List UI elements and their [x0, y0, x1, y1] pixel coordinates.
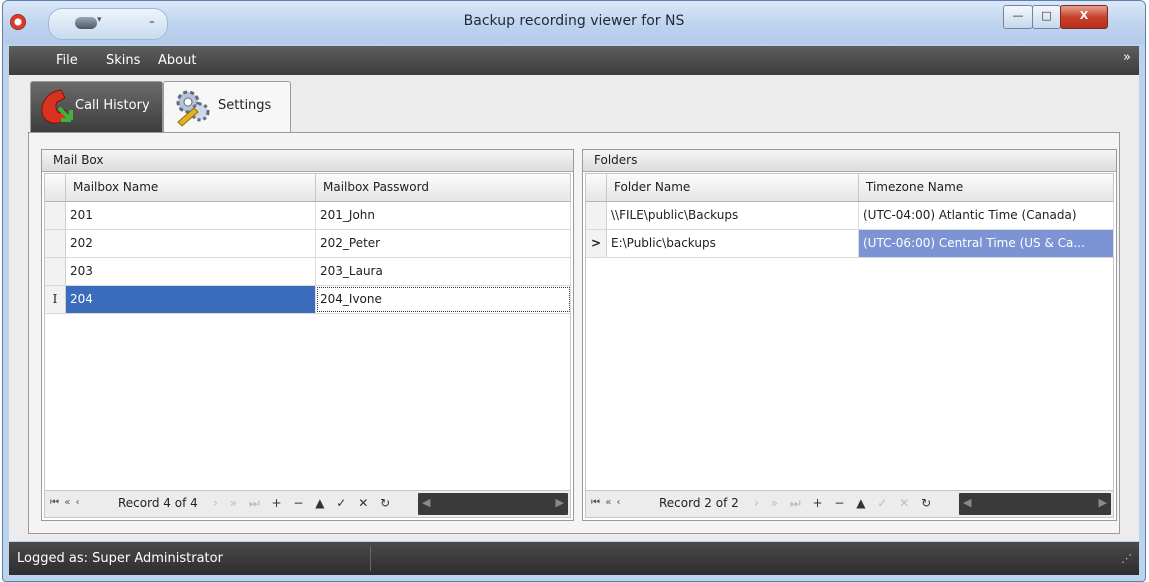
add-icon[interactable]: + [271, 496, 285, 510]
edit-icon[interactable]: ▲ [315, 496, 328, 510]
settings-panel: Mail Box Mailbox Name Mailbox Password 2… [28, 132, 1120, 534]
cell-mailbox-password[interactable]: 202_Peter [316, 230, 571, 257]
table-row[interactable]: \\FILE\public\Backups (UTC-04:00) Atlant… [586, 202, 1114, 230]
tab-settings[interactable]: Settings [163, 81, 291, 134]
tab-call-history-label: Call History [75, 98, 150, 113]
column-header-mailbox-name[interactable]: Mailbox Name [65, 174, 315, 201]
cell-mailbox-name[interactable]: 204 [66, 286, 316, 313]
record-counter: Record 4 of 4 [118, 496, 198, 510]
cell-folder-name[interactable]: \\FILE\public\Backups [607, 202, 859, 229]
row-indicator[interactable] [45, 202, 66, 229]
folders-group-title: Folders [594, 153, 638, 167]
folders-grid-header: Folder Name Timezone Name [586, 174, 1113, 202]
menu-skins[interactable]: Skins [106, 53, 140, 68]
last-record-icon[interactable]: ⏭ [249, 496, 264, 510]
cell-timezone-name[interactable]: (UTC-04:00) Atlantic Time (Canada) [859, 202, 1114, 229]
remove-icon[interactable]: − [293, 496, 307, 510]
tab-call-history[interactable]: Call History [30, 81, 163, 132]
edit-icon[interactable]: ▲ [856, 496, 869, 510]
mailbox-navigator: ⏮ « ‹ Record 4 of 4 › » ⏭ + − ▲ ✓ ✕ ↻ ◀ … [45, 490, 570, 517]
prev-page-icon[interactable]: « [605, 497, 612, 508]
mailbox-group: Mail Box Mailbox Name Mailbox Password 2… [41, 149, 574, 521]
first-record-icon[interactable]: ⏮ [50, 497, 60, 508]
title-bar: ▾ ₌ Backup recording viewer for NS — □ X [3, 1, 1145, 44]
row-indicator[interactable] [45, 258, 66, 285]
resize-grip-icon[interactable]: ⋰ [1121, 552, 1132, 565]
row-indicator[interactable] [586, 202, 607, 229]
cell-mailbox-password-focused[interactable]: 204_Ivone [316, 286, 571, 313]
cell-mailbox-name[interactable]: 201 [66, 202, 316, 229]
next-page-icon[interactable]: » [771, 496, 782, 510]
column-header-timezone-name[interactable]: Timezone Name [858, 174, 1114, 201]
apply-icon[interactable]: ✓ [336, 496, 350, 510]
first-record-icon[interactable]: ⏮ [591, 497, 601, 508]
prev-record-icon[interactable]: ‹ [617, 497, 622, 508]
cell-mailbox-name[interactable]: 202 [66, 230, 316, 257]
cell-mailbox-password[interactable]: 203_Laura [316, 258, 571, 285]
refresh-icon[interactable]: ↻ [921, 496, 935, 510]
table-row[interactable]: 201 201_John [45, 202, 571, 230]
cell-timezone-name-selected[interactable]: (UTC-06:00) Central Time (US & Ca... [859, 230, 1114, 257]
refresh-icon[interactable]: ↻ [380, 496, 394, 510]
mailbox-group-header: Mail Box [42, 150, 573, 172]
maximize-button[interactable]: □ [1032, 5, 1061, 29]
menu-bar: File Skins About » [9, 46, 1139, 75]
gears-icon [176, 90, 210, 127]
status-logged-user: Logged as: Super Administrator [17, 551, 223, 566]
horizontal-scrollbar[interactable]: ◀ ▶ [418, 493, 568, 515]
close-button[interactable]: X [1060, 5, 1108, 29]
prev-record-icon[interactable]: ‹ [76, 497, 81, 508]
horizontal-scrollbar[interactable]: ◀ ▶ [959, 493, 1111, 515]
expand-ribbon-icon[interactable]: » [1123, 50, 1131, 65]
window-title: Backup recording viewer for NS [463, 13, 685, 29]
next-record-icon[interactable]: › [213, 496, 222, 510]
folders-group: Folders Folder Name Timezone Name \\FILE… [582, 149, 1117, 521]
mailbox-group-title: Mail Box [53, 153, 104, 167]
mailbox-grid[interactable]: Mailbox Name Mailbox Password 201 201_Jo… [44, 173, 571, 518]
last-record-icon[interactable]: ⏭ [790, 496, 805, 510]
table-row-selected[interactable]: I 204 204_Ivone [45, 286, 571, 314]
folders-group-header: Folders [583, 150, 1116, 172]
minimize-button[interactable]: — [1003, 5, 1033, 29]
next-page-icon[interactable]: » [230, 496, 241, 510]
scroll-right-icon[interactable]: ▶ [556, 496, 564, 509]
nav-first-prev[interactable]: ⏮ « ‹ [591, 497, 622, 508]
cancel-icon[interactable]: ✕ [899, 496, 913, 510]
nav-actions: › » ⏭ + − ▲ ✓ ✕ ↻ [754, 496, 935, 511]
folders-navigator: ⏮ « ‹ Record 2 of 2 › » ⏭ + − ▲ ✓ ✕ ↻ ◀ … [586, 490, 1113, 517]
scroll-right-icon[interactable]: ▶ [1099, 496, 1107, 509]
mailbox-grid-header: Mailbox Name Mailbox Password [45, 174, 570, 202]
scroll-left-icon[interactable]: ◀ [963, 496, 971, 509]
current-row-arrow-icon[interactable]: > [586, 230, 607, 257]
nav-actions: › » ⏭ + − ▲ ✓ ✕ ↻ [213, 496, 394, 511]
apply-icon[interactable]: ✓ [877, 496, 891, 510]
tab-settings-label: Settings [218, 98, 272, 113]
add-icon[interactable]: + [812, 496, 826, 510]
cancel-icon[interactable]: ✕ [358, 496, 372, 510]
cell-mailbox-name[interactable]: 203 [66, 258, 316, 285]
record-counter: Record 2 of 2 [659, 496, 739, 510]
status-separator [370, 546, 371, 571]
row-indicator[interactable] [45, 230, 66, 257]
phone-icon [41, 89, 73, 124]
column-header-mailbox-password[interactable]: Mailbox Password [315, 174, 571, 201]
client-area: Call History Settings Mail Box Mailbox N… [9, 75, 1139, 541]
cell-folder-name[interactable]: E:\Public\backups [607, 230, 859, 257]
folders-grid[interactable]: Folder Name Timezone Name \\FILE\public\… [585, 173, 1114, 518]
nav-first-prev[interactable]: ⏮ « ‹ [50, 497, 81, 508]
scroll-left-icon[interactable]: ◀ [422, 496, 430, 509]
prev-page-icon[interactable]: « [64, 497, 71, 508]
row-edit-indicator-icon[interactable]: I [45, 286, 66, 313]
table-row[interactable]: 203 203_Laura [45, 258, 571, 286]
next-record-icon[interactable]: › [754, 496, 763, 510]
column-header-folder-name[interactable]: Folder Name [606, 174, 858, 201]
status-bar: Logged as: Super Administrator ⋰ [9, 542, 1139, 575]
app-window: ▾ ₌ Backup recording viewer for NS — □ X… [2, 0, 1146, 582]
menu-file[interactable]: File [56, 53, 78, 68]
table-row[interactable]: 202 202_Peter [45, 230, 571, 258]
table-row-selected[interactable]: > E:\Public\backups (UTC-06:00) Central … [586, 230, 1114, 258]
menu-about[interactable]: About [158, 53, 196, 68]
remove-icon[interactable]: − [834, 496, 848, 510]
cell-mailbox-password[interactable]: 201_John [316, 202, 571, 229]
